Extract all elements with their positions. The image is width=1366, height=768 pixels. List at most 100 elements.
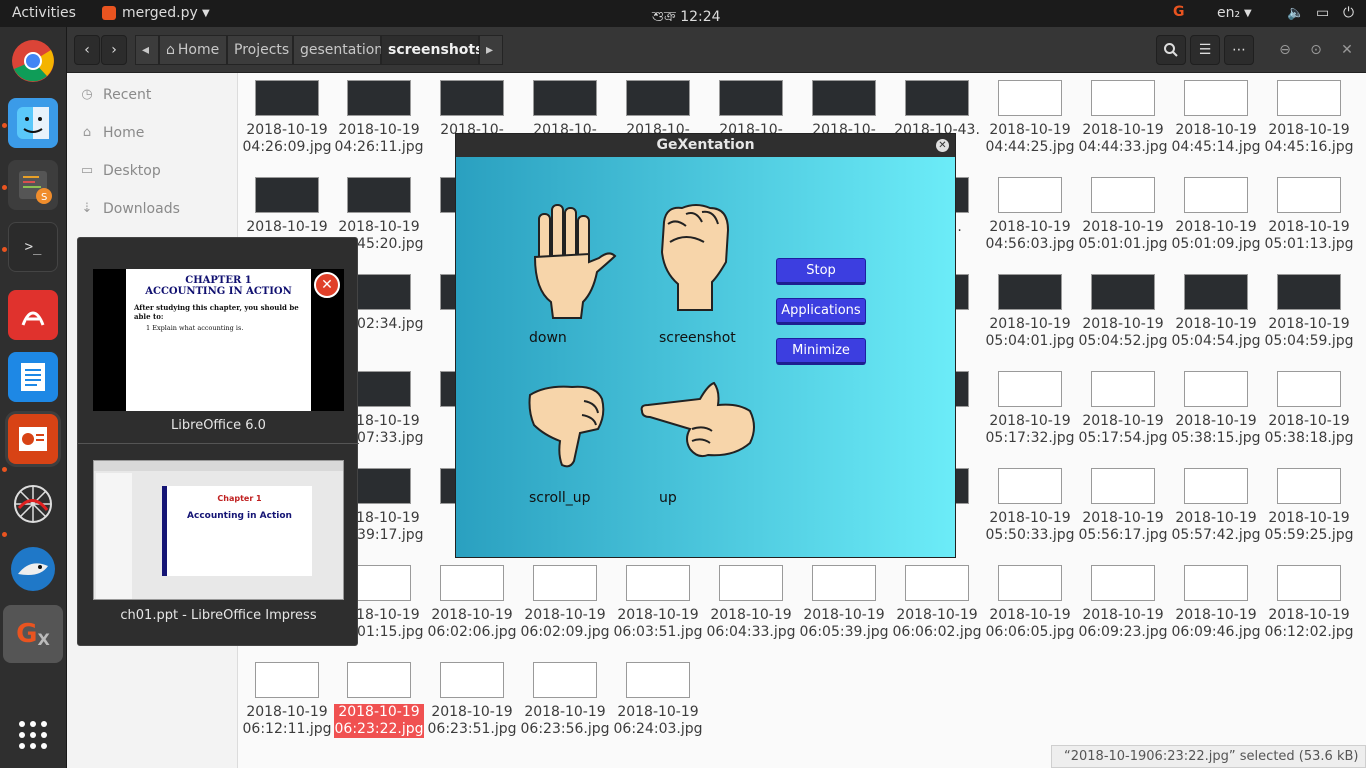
file-thumbnail[interactable] — [719, 565, 783, 601]
file-name-label[interactable]: 2018-10-1906:02:06.jpg — [427, 607, 517, 641]
window-preview-impress[interactable]: Chapter 1 Accounting in Action — [93, 460, 344, 600]
file-thumbnail[interactable] — [998, 274, 1062, 310]
file-name-label[interactable]: 2018-10-1905:04:54.jpg — [1171, 316, 1261, 350]
close-preview-icon[interactable]: ✕ — [314, 272, 340, 298]
file-thumbnail[interactable] — [812, 565, 876, 601]
file-thumbnail[interactable] — [1277, 274, 1341, 310]
file-thumbnail[interactable] — [1277, 468, 1341, 504]
sidebar-item-home[interactable]: ⌂ Home — [79, 120, 144, 146]
file-thumbnail[interactable] — [255, 662, 319, 698]
sidebar-item-recent[interactable]: ◷ Recent — [79, 82, 151, 108]
file-name-label[interactable]: 2018-10-1906:06:02.jpg — [892, 607, 982, 641]
pdf-viewer-icon[interactable] — [8, 290, 58, 340]
sidebar-item-desktop[interactable]: ▭ Desktop — [79, 158, 161, 184]
activities-button[interactable]: Activities — [12, 5, 76, 21]
wireshark-icon[interactable] — [8, 544, 58, 594]
path-left-arrow[interactable]: ◂ — [135, 35, 159, 65]
file-thumbnail[interactable] — [255, 177, 319, 213]
file-thumbnail[interactable] — [998, 468, 1062, 504]
file-thumbnail[interactable] — [1277, 80, 1341, 116]
volume-icon[interactable]: 🔈 — [1287, 5, 1304, 21]
file-thumbnail[interactable] — [533, 80, 597, 116]
language-indicator[interactable]: en₂ — [1217, 5, 1240, 21]
list-view-button[interactable]: ☰ — [1190, 35, 1220, 65]
gexentation-icon[interactable]: GX — [3, 605, 63, 663]
file-name-label[interactable]: 2018-10-1904:44:25.jpg — [985, 122, 1075, 156]
file-name-label[interactable]: 2018-10-1906:09:23.jpg — [1078, 607, 1168, 641]
file-thumbnail[interactable] — [812, 80, 876, 116]
file-thumbnail[interactable] — [905, 80, 969, 116]
file-name-label[interactable]: 2018-10-1906:03:51.jpg — [613, 607, 703, 641]
file-name-label[interactable]: 2018-10-1905:01:09.jpg — [1171, 219, 1261, 253]
file-thumbnail[interactable] — [1091, 565, 1155, 601]
file-thumbnail[interactable] — [1091, 371, 1155, 407]
search-button[interactable] — [1156, 35, 1186, 65]
close-window-button[interactable]: ✕ — [1337, 35, 1357, 65]
clock[interactable]: শুক্র 12:24 — [652, 5, 721, 29]
file-thumbnail[interactable] — [626, 565, 690, 601]
file-thumbnail[interactable] — [998, 371, 1062, 407]
menu-button[interactable]: ⋯ — [1224, 35, 1254, 65]
file-name-label[interactable]: 2018-10-1906:24:03.jpg — [613, 704, 703, 738]
applications-button[interactable]: Applications — [776, 298, 866, 325]
gexentation-tray-icon[interactable]: G — [1173, 4, 1185, 20]
file-thumbnail[interactable] — [905, 565, 969, 601]
file-name-label[interactable]: 2018-10-1905:01:01.jpg — [1078, 219, 1168, 253]
file-name-label[interactable]: 2018-10-1905:17:54.jpg — [1078, 413, 1168, 447]
file-thumbnail[interactable] — [1184, 565, 1248, 601]
file-name-label[interactable]: 2018-10-1906:06:05.jpg — [985, 607, 1075, 641]
file-name-label[interactable]: 2018-10-1904:45:16.jpg — [1264, 122, 1354, 156]
file-thumbnail[interactable] — [440, 662, 504, 698]
file-thumbnail[interactable] — [1184, 177, 1248, 213]
file-thumbnail[interactable] — [1277, 371, 1341, 407]
file-thumbnail[interactable] — [1091, 468, 1155, 504]
file-thumbnail[interactable] — [998, 80, 1062, 116]
file-name-label[interactable]: 2018-10-1905:56:17.jpg — [1078, 510, 1168, 544]
minimize-window-button[interactable]: ⊖ — [1275, 35, 1295, 65]
file-name-label[interactable]: 2018-10-1904:56:03.jpg — [985, 219, 1075, 253]
file-name-label[interactable]: 2018-10-1906:02:09.jpg — [520, 607, 610, 641]
file-name-label[interactable]: 2018-10-1906:23:51.jpg — [427, 704, 517, 738]
file-thumbnail[interactable] — [347, 662, 411, 698]
crumb-home[interactable]: ⌂ Home — [159, 35, 227, 65]
file-thumbnail[interactable] — [347, 80, 411, 116]
file-thumbnail[interactable] — [533, 662, 597, 698]
file-name-label[interactable]: 2018-10-1905:59:25.jpg — [1264, 510, 1354, 544]
dialog-close-button[interactable]: ✕ — [936, 139, 949, 152]
battery-icon[interactable]: ▭ — [1316, 5, 1329, 21]
file-thumbnail[interactable] — [1277, 565, 1341, 601]
file-name-label[interactable]: 2018-10-1906:12:02.jpg — [1264, 607, 1354, 641]
file-thumbnail[interactable] — [1277, 177, 1341, 213]
file-name-label[interactable]: 2018-10-1906:09:46.jpg — [1171, 607, 1261, 641]
file-thumbnail[interactable] — [1184, 468, 1248, 504]
file-name-label[interactable]: 2018-10-1906:12:11.jpg — [242, 704, 332, 738]
file-thumbnail[interactable] — [1184, 80, 1248, 116]
file-thumbnail[interactable] — [1184, 274, 1248, 310]
file-name-label[interactable]: 2018-10-1904:26:11.jpg — [334, 122, 424, 156]
path-right-arrow[interactable]: ▸ — [479, 35, 503, 65]
crumb-projects[interactable]: Projects — [227, 35, 293, 65]
file-thumbnail[interactable] — [1184, 371, 1248, 407]
maximize-window-button[interactable]: ⊙ — [1306, 35, 1326, 65]
sublime-text-icon[interactable]: S — [8, 160, 58, 210]
file-thumbnail[interactable] — [440, 565, 504, 601]
file-name-label[interactable]: 2018-10-1906:23:22.jpg — [334, 704, 424, 738]
file-thumbnail[interactable] — [1091, 274, 1155, 310]
power-icon[interactable]: ⏻ — [1343, 5, 1354, 21]
file-name-label[interactable]: 2018-10-1906:04:33.jpg — [706, 607, 796, 641]
file-name-label[interactable]: 2018-10-1904:44:33.jpg — [1078, 122, 1168, 156]
finder-icon[interactable] — [8, 98, 58, 148]
file-thumbnail[interactable] — [719, 80, 783, 116]
file-thumbnail[interactable] — [998, 565, 1062, 601]
crumb-screenshots[interactable]: screenshots — [381, 35, 483, 65]
file-name-label[interactable]: 2018-10-1905:17:32.jpg — [985, 413, 1075, 447]
file-name-label[interactable]: 2018-10-1905:04:52.jpg — [1078, 316, 1168, 350]
file-name-label[interactable]: 2018-10-1905:04:01.jpg — [985, 316, 1075, 350]
file-thumbnail[interactable] — [440, 80, 504, 116]
file-name-label[interactable]: 2018-10-1905:01:13.jpg — [1264, 219, 1354, 253]
file-name-label[interactable]: 2018-10-1905:38:15.jpg — [1171, 413, 1261, 447]
file-name-label[interactable]: 2018-10-1905:38:18.jpg — [1264, 413, 1354, 447]
file-name-label[interactable]: 2018-10-1905:57:42.jpg — [1171, 510, 1261, 544]
minimize-button[interactable]: Minimize — [776, 338, 866, 365]
network-tool-icon[interactable] — [8, 479, 58, 529]
